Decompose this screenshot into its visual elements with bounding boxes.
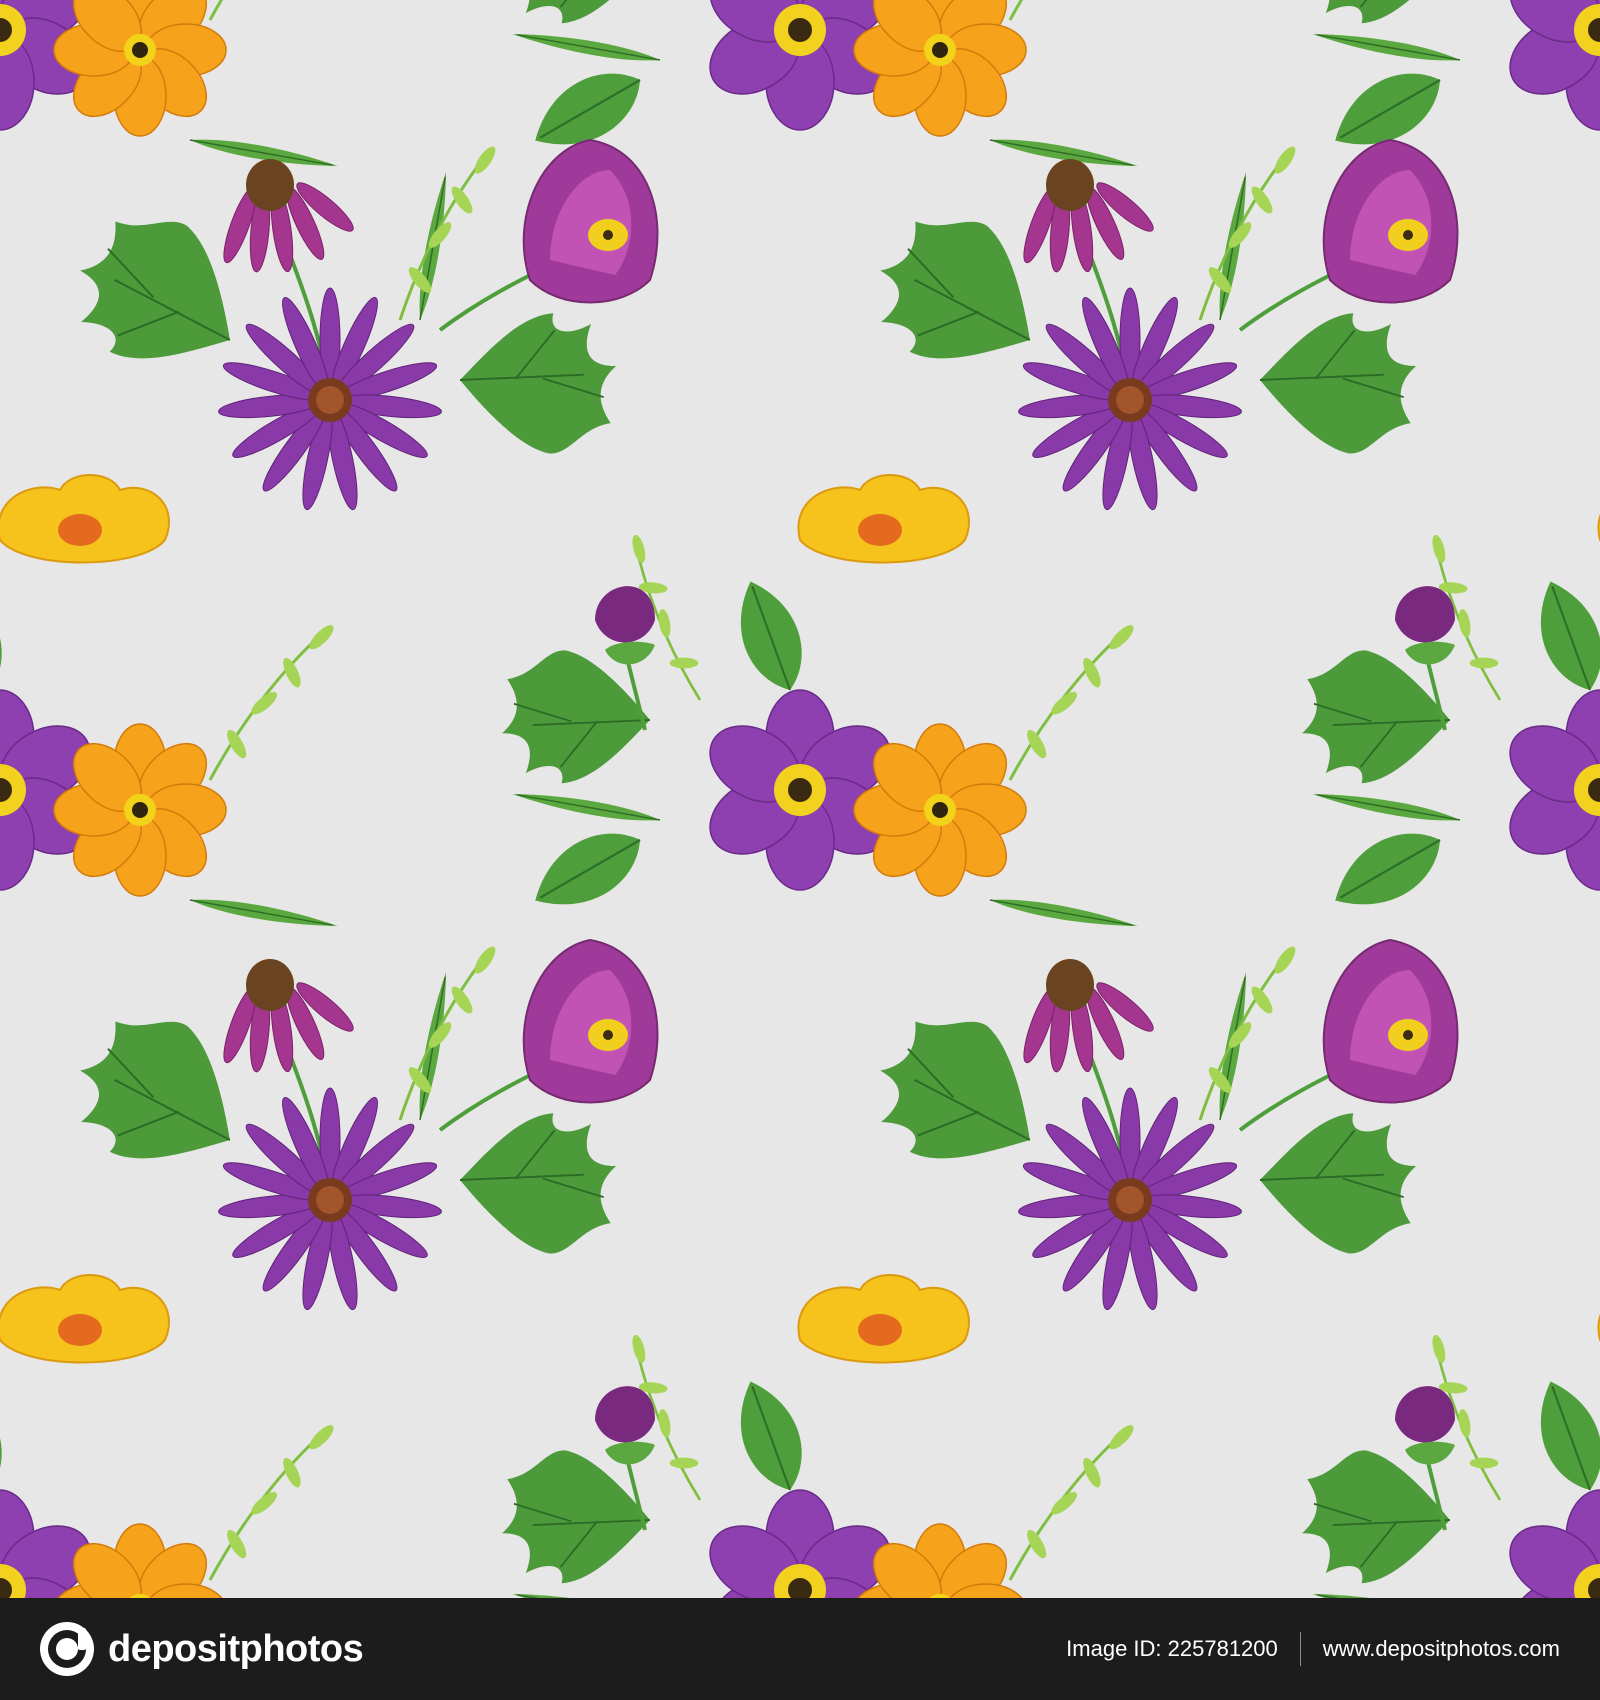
stage: depositphotos Image ID: 225781200 www.de… bbox=[0, 0, 1600, 1700]
image-meta: Image ID: 225781200 www.depositphotos.co… bbox=[1066, 1598, 1560, 1700]
meta-divider bbox=[1299, 1632, 1301, 1666]
depositphotos-logo-icon bbox=[40, 1622, 94, 1676]
image-id: Image ID: 225781200 bbox=[1066, 1636, 1278, 1661]
brand[interactable]: depositphotos bbox=[38, 1620, 364, 1678]
watermark-footer: depositphotos Image ID: 225781200 www.de… bbox=[0, 1598, 1600, 1700]
site-url[interactable]: www.depositphotos.com bbox=[1323, 1636, 1560, 1662]
floral-pattern-artwork bbox=[0, 0, 1600, 1598]
brand-name: depositphotos bbox=[108, 1627, 364, 1670]
